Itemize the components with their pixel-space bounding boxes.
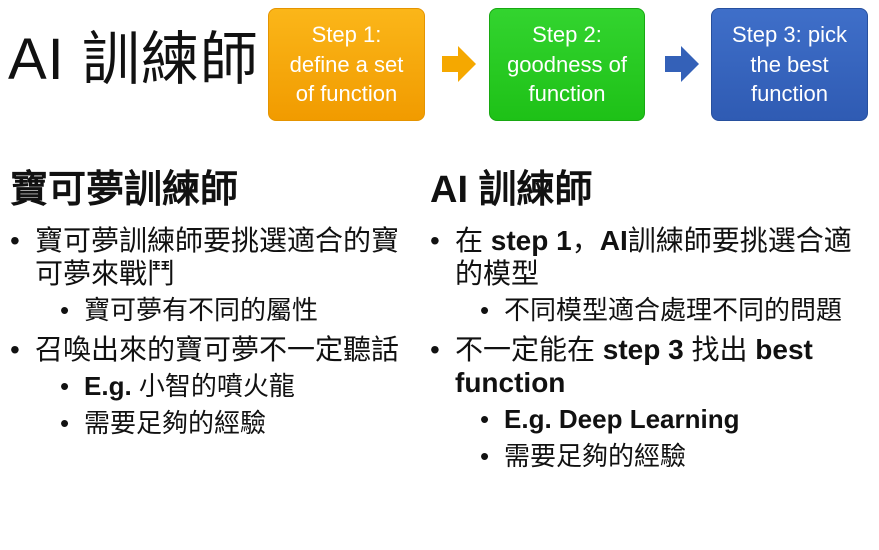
bullet-text: 在	[455, 224, 491, 256]
bullet-text-bold: step 1	[490, 224, 572, 256]
step-1-box: Step 1: define a set of function	[268, 8, 425, 121]
bullet-icon: •	[60, 294, 70, 325]
right-column: AI 訓練師 • 在 step 1，AI訓練師要挑選合適的模型 • 不同模型適合…	[430, 168, 870, 473]
bullet-icon: •	[60, 370, 70, 401]
step-3-line-1: Step 3: pick	[732, 21, 847, 47]
bullet-text-bold: AI	[599, 224, 628, 256]
bullet-icon: •	[10, 333, 20, 365]
bullet-text: 不一定能在	[455, 333, 603, 365]
list-item: • 召喚出來的寶可夢不一定聽話	[10, 333, 410, 366]
bullet-text: 需要足夠的經驗	[504, 440, 687, 471]
right-arrow-icon	[665, 46, 699, 82]
step-3-line-2: the best	[750, 51, 829, 77]
right-bullet-list: • 在 step 1，AI訓練師要挑選合適的模型 • 不同模型適合處理不同的問題…	[430, 224, 870, 473]
left-bullet-list: • 寶可夢訓練師要挑選適合的寶可夢來戰鬥 • 寶可夢有不同的屬性 • 召喚出來的…	[10, 224, 410, 440]
bullet-text-bold: E.g.	[84, 370, 132, 401]
bullet-text-bold: E.g. Deep Learning	[504, 403, 740, 434]
page-title: AI 訓練師	[8, 27, 259, 92]
bullet-text: 小智的噴火龍	[131, 370, 295, 401]
bullet-icon: •	[60, 407, 70, 438]
list-item: • 需要足夠的經驗	[430, 440, 870, 473]
bullet-text-bold: step 3	[602, 333, 684, 365]
step-3-box: Step 3: pick the best function	[711, 8, 868, 121]
list-item: • 需要足夠的經驗	[10, 407, 410, 440]
bullet-icon: •	[480, 403, 490, 434]
bullet-text: 寶可夢有不同的屬性	[84, 294, 319, 325]
list-item: • 不同模型適合處理不同的問題	[430, 294, 870, 327]
list-item: • 寶可夢有不同的屬性	[10, 294, 410, 327]
bullet-icon: •	[480, 440, 490, 471]
step-2-line-3: function	[528, 81, 606, 107]
bullet-icon: •	[480, 294, 490, 325]
left-column: 寶可夢訓練師 • 寶可夢訓練師要挑選適合的寶可夢來戰鬥 • 寶可夢有不同的屬性 …	[10, 168, 410, 440]
step-1-line-3: of function	[295, 81, 398, 107]
step-2-line-1: Step 2:	[532, 21, 602, 47]
bullet-text: 不同模型適合處理不同的問題	[504, 294, 843, 325]
step-2-box: Step 2: goodness of function	[489, 8, 645, 121]
step-1-line-2: define a set	[289, 51, 404, 77]
right-heading: AI 訓練師	[430, 169, 593, 211]
bullet-text: 寶可夢訓練師要挑選適合的寶可夢來戰鬥	[35, 224, 400, 289]
step-3-line-3: function	[750, 81, 829, 107]
step-1-line-1: Step 1:	[311, 21, 382, 47]
bullet-text: 需要足夠的經驗	[84, 407, 267, 438]
bullet-text: ，	[571, 224, 600, 256]
bullet-text: 找出	[683, 333, 756, 365]
list-item: • 在 step 1，AI訓練師要挑選合適的模型	[430, 224, 870, 290]
bullet-icon: •	[430, 224, 440, 256]
step-2-line-2: goodness of	[507, 51, 627, 77]
list-item: • E.g. Deep Learning	[430, 403, 870, 436]
list-item: • 寶可夢訓練師要挑選適合的寶可夢來戰鬥	[10, 224, 410, 290]
list-item: • 不一定能在 step 3 找出 best function	[430, 333, 870, 399]
bullet-icon: •	[10, 224, 20, 256]
bullet-icon: •	[430, 333, 440, 365]
list-item: • E.g. 小智的噴火龍	[10, 370, 410, 403]
bullet-text: 召喚出來的寶可夢不一定聽話	[35, 333, 400, 365]
left-heading: 寶可夢訓練師	[10, 169, 239, 211]
right-arrow-icon	[442, 46, 476, 82]
